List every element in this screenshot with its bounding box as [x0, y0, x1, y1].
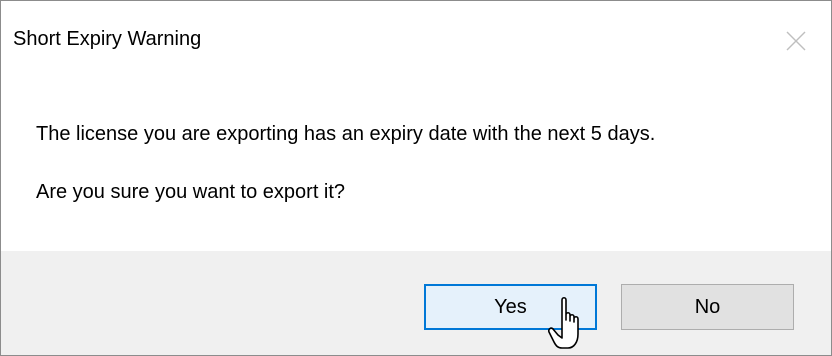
close-icon: [786, 31, 806, 51]
confirmation-question: Are you sure you want to export it?: [36, 181, 346, 203]
dialog-content: The license you are exporting has an exp…: [1, 81, 831, 251]
no-button[interactable]: No: [621, 284, 794, 330]
dialog-title: Short Expiry Warning: [13, 28, 202, 50]
short-expiry-warning-dialog: Short Expiry Warning The license you are…: [0, 0, 832, 356]
title-bar: Short Expiry Warning: [1, 1, 831, 81]
close-button[interactable]: [761, 1, 831, 81]
yes-button[interactable]: Yes: [424, 284, 597, 330]
warning-message: The license you are exporting has an exp…: [36, 123, 656, 145]
button-bar: Yes No: [1, 251, 831, 355]
